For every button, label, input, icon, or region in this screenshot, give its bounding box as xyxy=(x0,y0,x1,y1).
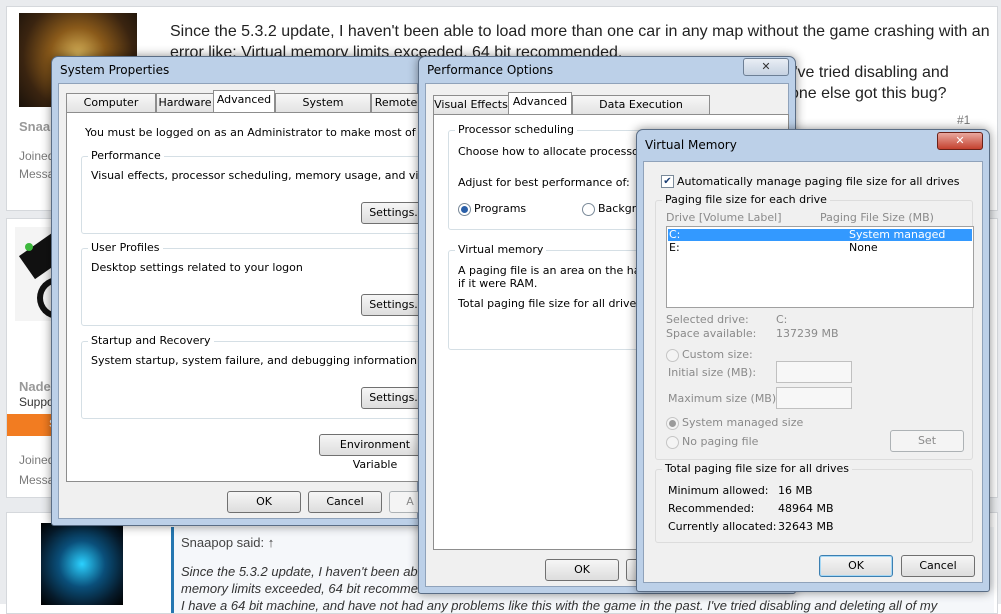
adjust-label: Adjust for best performance of: xyxy=(458,176,630,189)
environment-variables-button[interactable]: Environment Variable xyxy=(319,434,431,471)
recommended-value: 48964 MB xyxy=(778,502,834,515)
quote-line-2: memory limits exceeded, 64 bit recommen xyxy=(181,581,426,596)
tab-visual-effects[interactable]: Visual Effects xyxy=(433,95,509,114)
startup-recovery-description: System startup, system failure, and debu… xyxy=(91,354,417,367)
cancel-button[interactable]: Cancel xyxy=(901,555,975,577)
virtual-memory-window: Virtual Memory ✕ ✔ Automatically manage … xyxy=(636,129,990,592)
system-managed-radio[interactable] xyxy=(666,417,679,430)
quote-header[interactable]: Snaapop said: ↑ xyxy=(181,535,274,550)
tab-remote[interactable]: Remote xyxy=(371,93,421,112)
tab-advanced[interactable]: Advanced xyxy=(508,92,572,114)
post-line-1: Since the 5.3.2 update, I haven't been a… xyxy=(170,23,990,40)
close-icon[interactable]: ✕ xyxy=(937,132,983,150)
total-paging-label: Total paging file size for all drives xyxy=(662,462,853,475)
no-paging-radio[interactable] xyxy=(666,436,679,449)
drive-size[interactable]: System managed xyxy=(849,228,945,241)
user-role: Suppo xyxy=(19,395,54,409)
space-available-label: Space available: xyxy=(666,327,757,340)
messages-label: Messa xyxy=(19,167,55,181)
selected-drive-label: Selected drive: xyxy=(666,313,749,326)
tab-hardware[interactable]: Hardware xyxy=(156,93,214,112)
close-icon[interactable]: ✕ xyxy=(743,58,789,76)
auto-manage-label[interactable]: Automatically manage paging file size fo… xyxy=(677,175,960,188)
post-username[interactable]: Nade xyxy=(19,379,51,394)
custom-size-label[interactable]: Custom size: xyxy=(682,348,753,361)
window-title: Performance Options xyxy=(427,63,554,77)
processor-scheduling-label: Processor scheduling xyxy=(455,123,578,136)
startup-recovery-label: Startup and Recovery xyxy=(88,334,214,347)
system-managed-label[interactable]: System managed size xyxy=(682,416,803,429)
post-line-3: I've tried disabling and xyxy=(790,64,949,81)
ok-button[interactable]: OK xyxy=(819,555,893,577)
tab-data-execution-prevention[interactable]: Data Execution Prevention xyxy=(572,95,710,129)
user-profiles-label: User Profiles xyxy=(88,241,163,254)
user-profiles-description: Desktop settings related to your logon xyxy=(91,261,303,274)
auto-manage-checkbox[interactable]: ✔ xyxy=(661,175,674,188)
messages-label: Messa xyxy=(19,473,55,487)
background-services-radio[interactable] xyxy=(582,203,595,216)
performance-group: Performance Visual effects, processor sc… xyxy=(81,149,483,234)
initial-size-input[interactable] xyxy=(776,361,852,383)
status-dot xyxy=(25,243,33,251)
post-line-4: one else got this bug? xyxy=(790,85,947,102)
joined-label: Joined xyxy=(19,453,55,467)
recommended-label: Recommended: xyxy=(668,502,755,515)
initial-size-label: Initial size (MB): xyxy=(668,366,757,379)
no-paging-label[interactable]: No paging file xyxy=(682,435,758,448)
programs-label[interactable]: Programs xyxy=(474,202,526,215)
quote-line-1: Since the 5.3.2 update, I haven't been a… xyxy=(181,564,428,579)
avatar[interactable] xyxy=(41,523,123,605)
performance-label: Performance xyxy=(88,149,164,162)
paging-file-each-drive-group: Paging file size for each drive Drive [V… xyxy=(655,193,974,460)
processor-scheduling-description: Choose how to allocate processor res xyxy=(458,145,664,158)
selected-drive-value: C: xyxy=(776,313,788,326)
maximum-size-input[interactable] xyxy=(776,387,852,409)
system-properties-window: System Properties Computer Name Hardware… xyxy=(51,56,483,526)
custom-size-radio[interactable] xyxy=(666,349,679,362)
tab-system-protection[interactable]: System Protection xyxy=(275,93,371,127)
virtual-memory-label: Virtual memory xyxy=(455,243,547,256)
set-button[interactable]: Set xyxy=(890,430,964,452)
window-title: System Properties xyxy=(60,63,170,77)
size-column-header: Paging File Size (MB) xyxy=(820,211,934,224)
virtual-memory-description-2: if it were RAM. xyxy=(458,277,538,290)
paging-file-each-drive-label: Paging file size for each drive xyxy=(662,193,830,206)
currently-allocated-label: Currently allocated: xyxy=(668,520,777,533)
ok-button[interactable]: OK xyxy=(545,559,619,581)
quote-line-3: I have a 64 bit machine, and have not ha… xyxy=(181,598,938,613)
tab-advanced[interactable]: Advanced xyxy=(213,90,275,112)
tab-computer-name[interactable]: Computer Name xyxy=(66,93,156,127)
drive-letter[interactable]: E: xyxy=(669,241,680,254)
programs-radio[interactable] xyxy=(458,203,471,216)
drive-size[interactable]: None xyxy=(849,241,878,254)
drive-list[interactable]: C: System managed E: None xyxy=(666,226,974,308)
space-available-value: 137239 MB xyxy=(776,327,839,340)
cancel-button[interactable]: Cancel xyxy=(308,491,382,513)
window-title: Virtual Memory xyxy=(645,138,737,152)
total-paging-group: Total paging file size for all drives Mi… xyxy=(655,462,973,543)
currently-allocated-value: 32643 MB xyxy=(778,520,834,533)
virtual-memory-description-1: A paging file is an area on the hard di xyxy=(458,264,666,277)
ok-button[interactable]: OK xyxy=(227,491,301,513)
startup-recovery-group: Startup and Recovery System startup, sys… xyxy=(81,334,433,419)
total-paging-label: Total paging file size for all drives: xyxy=(458,297,646,310)
drive-column-header: Drive [Volume Label] xyxy=(666,211,782,224)
drive-letter[interactable]: C: xyxy=(669,228,680,241)
maximum-size-label: Maximum size (MB): xyxy=(668,392,780,405)
minimum-allowed-value: 16 MB xyxy=(778,484,813,497)
post-number[interactable]: #1 xyxy=(957,113,970,127)
minimum-allowed-label: Minimum allowed: xyxy=(668,484,769,497)
post-username[interactable]: Snaa xyxy=(19,119,50,134)
joined-label: Joined xyxy=(19,149,55,163)
advanced-tab-panel: You must be logged on as an Administrato… xyxy=(66,112,483,482)
user-profiles-group: User Profiles Desktop settings related t… xyxy=(81,241,433,326)
